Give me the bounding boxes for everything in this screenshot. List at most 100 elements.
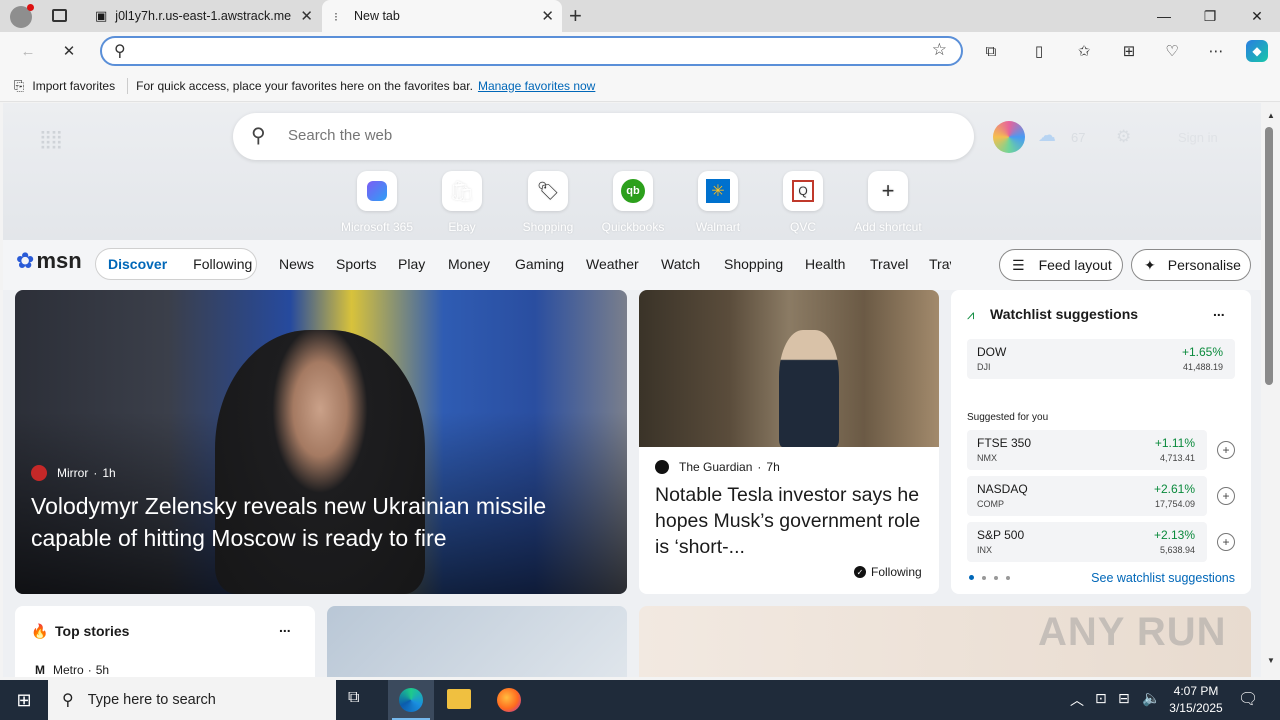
task-view-icon[interactable]: ⧉ xyxy=(348,689,359,707)
web-search-box[interactable]: ⚲ Search the web xyxy=(233,113,974,160)
pagination-dots[interactable] xyxy=(969,575,1010,580)
nav-gaming[interactable]: Gaming xyxy=(515,256,564,272)
tab-title: New tab xyxy=(353,9,400,23)
guardian-logo-icon xyxy=(655,460,669,474)
nav-play[interactable]: Play xyxy=(398,256,425,272)
weather-temp[interactable]: 67 xyxy=(1071,130,1085,145)
favorites-icon[interactable]: ✩ xyxy=(1073,40,1095,62)
tab-following[interactable]: Following xyxy=(193,256,252,272)
nav-travel[interactable]: Travel xyxy=(870,256,908,272)
new-tab-button[interactable]: + xyxy=(569,3,582,29)
shortcut-qvc[interactable]: Q QVC xyxy=(760,171,846,234)
close-tab-icon[interactable]: ✕ xyxy=(541,7,554,25)
close-window-button[interactable]: ✕ xyxy=(1234,0,1280,32)
shortcut-label: QVC xyxy=(789,220,816,234)
story-headline[interactable]: Notable Tesla investor says he hopes Mus… xyxy=(655,482,929,560)
extensions-icon[interactable]: ⧉ xyxy=(980,40,1002,62)
nav-watch[interactable]: Watch xyxy=(661,256,700,272)
manage-favorites-link[interactable]: Manage favorites now xyxy=(478,79,595,93)
suggested-label: Suggested for you xyxy=(967,412,1049,423)
more-options-icon[interactable]: ... xyxy=(1213,303,1225,319)
settings-gear-icon[interactable]: ⚙ xyxy=(1116,127,1131,147)
favorites-hint: For quick access, place your favorites h… xyxy=(136,78,473,93)
shortcut-label: Ebay xyxy=(448,220,476,234)
minimize-button[interactable]: — xyxy=(1141,0,1187,32)
personalise-button[interactable]: ✦ Personalise xyxy=(1131,249,1251,281)
stop-loading-icon[interactable]: ✕ xyxy=(58,40,80,62)
tab-title: j0l1y7h.r.us-east-1.awstrack.me xyxy=(115,9,292,23)
windows-start-icon[interactable]: ⊞ xyxy=(0,680,48,720)
shortcut-ebay[interactable]: 🛍 Ebay xyxy=(419,171,505,234)
shortcut-walmart[interactable]: ✳ Walmart xyxy=(675,171,761,234)
hero-story-card[interactable]: Mirror · 1h Volodymyr Zelensky reveals n… xyxy=(15,290,627,594)
tab-new-tab[interactable]: ⁝ New tab ✕ xyxy=(322,0,562,32)
network-icon[interactable]: ⊟ xyxy=(1118,690,1130,707)
shortcut-label: Microsoft 365 xyxy=(340,220,414,234)
weather-cloud-icon[interactable]: ☁ xyxy=(1038,125,1056,146)
taskbar-search-box[interactable]: ⚲ Type here to search xyxy=(48,680,336,720)
show-hidden-icons-icon[interactable]: ︿ xyxy=(1070,690,1084,710)
story-card[interactable] xyxy=(327,606,627,677)
shortcut-microsoft365[interactable]: Microsoft 365 xyxy=(334,171,420,234)
shortcut-quickbooks[interactable]: qb Quickbooks xyxy=(590,171,676,234)
nav-money[interactable]: Money xyxy=(448,256,490,272)
see-watchlist-link[interactable]: See watchlist suggestions xyxy=(1091,571,1235,585)
add-shortcut-button[interactable]: + Add shortcut xyxy=(845,171,931,234)
scrollbar[interactable]: ▲ ▼ xyxy=(1262,103,1280,677)
nav-travel-truncated[interactable]: Trav xyxy=(929,256,951,272)
favorites-bar: ⎘ Import favorites For quick access, pla… xyxy=(0,70,1280,102)
restore-button[interactable]: ❐ xyxy=(1187,0,1233,32)
close-tab-icon[interactable]: ✕ xyxy=(300,7,313,25)
story-source: The Guardian · 7h xyxy=(655,460,780,474)
stock-row-dow[interactable]: DOW DJI +1.65% 41,488.19 xyxy=(967,339,1235,379)
browser-essentials-icon[interactable]: ♡ xyxy=(1161,40,1183,62)
add-to-watchlist-icon[interactable]: + xyxy=(1217,441,1235,459)
device-icon[interactable]: ⊡ xyxy=(1095,690,1107,707)
plus-icon: + xyxy=(868,171,908,211)
sparkle-icon: ✦ xyxy=(1144,256,1156,273)
nav-shopping[interactable]: Shopping xyxy=(724,256,783,272)
sign-in-button[interactable]: Sign in xyxy=(1178,130,1218,145)
following-badge[interactable]: ✓ Following xyxy=(854,565,922,579)
watchlist-card: ⩘ Watchlist suggestions ... DOW DJI +1.6… xyxy=(951,290,1251,594)
apps-grid-icon[interactable]: ⣿⣿ xyxy=(39,129,63,150)
split-screen-icon[interactable]: ▯ xyxy=(1028,40,1050,62)
firefox-icon[interactable] xyxy=(497,688,521,712)
copilot-icon[interactable]: ◆ xyxy=(1246,40,1268,62)
nav-news[interactable]: News xyxy=(279,256,314,272)
clock[interactable]: 4:07 PM 3/15/2025 xyxy=(1166,683,1226,717)
more-options-icon[interactable]: ... xyxy=(279,619,291,635)
tab-awstrack[interactable]: ▣ j0l1y7h.r.us-east-1.awstrack.me ✕ xyxy=(85,0,321,32)
import-favorites-icon: ⎘ xyxy=(14,77,25,93)
volume-icon[interactable]: 🔈 xyxy=(1142,689,1161,707)
hero-headline[interactable]: Volodymyr Zelensky reveals new Ukrainian… xyxy=(31,490,611,554)
settings-more-icon[interactable]: ⋯ xyxy=(1205,40,1227,62)
notifications-icon[interactable]: 🗨 xyxy=(1238,689,1258,709)
add-to-watchlist-icon[interactable]: + xyxy=(1217,487,1235,505)
tab-actions-icon[interactable] xyxy=(52,9,67,22)
address-bar[interactable]: ⚲ ☆ xyxy=(100,36,963,66)
import-favorites-link[interactable]: Import favorites xyxy=(32,79,115,93)
nav-weather[interactable]: Weather xyxy=(586,256,639,272)
rewards-icon[interactable] xyxy=(993,121,1025,153)
profile-avatar-icon[interactable] xyxy=(10,4,34,28)
favorite-star-icon[interactable]: ☆ xyxy=(932,40,947,60)
back-arrow-icon[interactable]: ← xyxy=(17,40,39,62)
feed-layout-button[interactable]: ☰ Feed layout xyxy=(999,249,1123,281)
msn-logo[interactable]: ✿ msn xyxy=(16,248,82,274)
scrollbar-thumb[interactable] xyxy=(1265,127,1273,385)
tab-discover[interactable]: Discover xyxy=(108,256,167,272)
nav-sports[interactable]: Sports xyxy=(336,256,376,272)
collections-icon[interactable]: ⊞ xyxy=(1118,40,1140,62)
stock-row[interactable]: FTSE 350 NMX +1.11% 4,713.41 + xyxy=(967,430,1235,470)
story-card-guardian[interactable]: The Guardian · 7h Notable Tesla investor… xyxy=(639,290,939,594)
check-icon: ✓ xyxy=(854,566,866,578)
add-to-watchlist-icon[interactable]: + xyxy=(1217,533,1235,551)
file-explorer-icon[interactable] xyxy=(447,689,471,709)
shortcut-shopping[interactable]: 🏷 Shopping xyxy=(505,171,591,234)
edge-taskbar-button[interactable] xyxy=(388,680,434,720)
story-source: Mirror · 1h xyxy=(31,465,116,481)
stock-row[interactable]: S&P 500 INX +2.13% 5,638.94 + xyxy=(967,522,1235,562)
stock-row[interactable]: NASDAQ COMP +2.61% 17,754.09 + xyxy=(967,476,1235,516)
nav-health[interactable]: Health xyxy=(805,256,845,272)
